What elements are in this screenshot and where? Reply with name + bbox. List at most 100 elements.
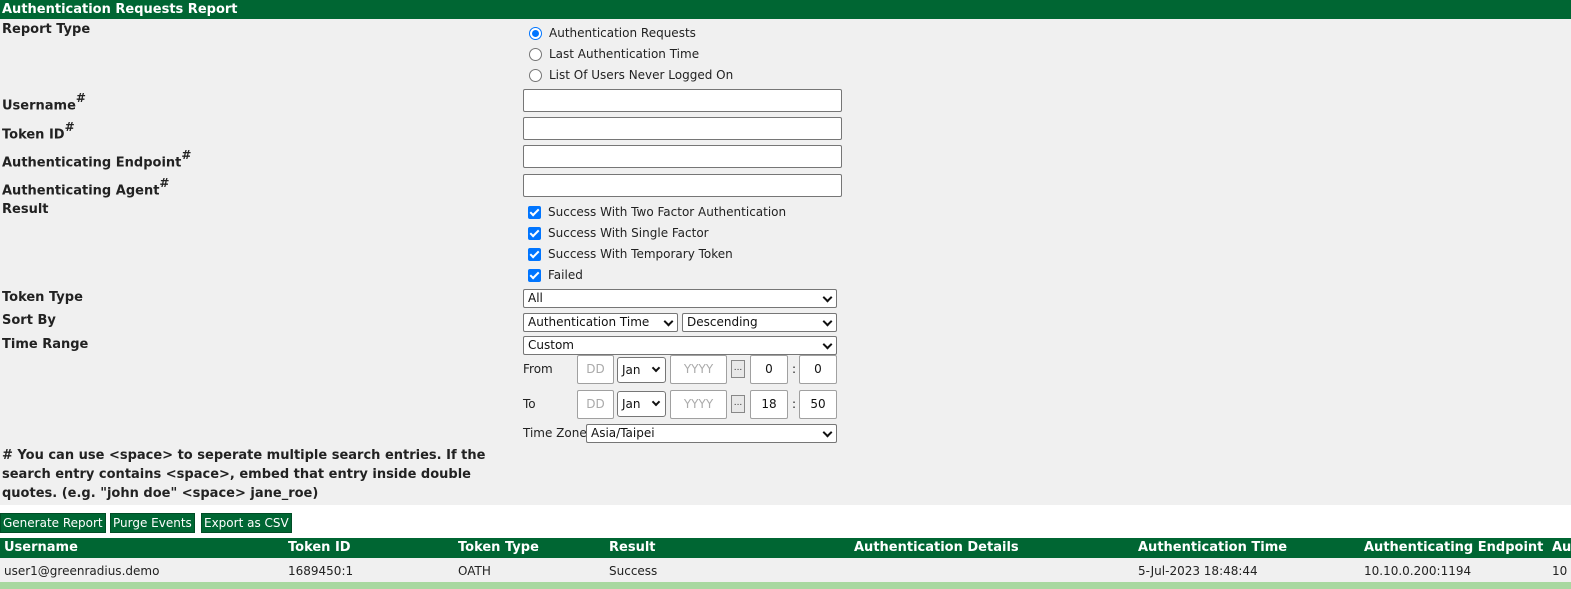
report-type-option-label: Authentication Requests: [549, 26, 696, 40]
chevron-down-icon: [651, 363, 661, 373]
column-header[interactable]: Username: [4, 540, 78, 555]
endpoint-label-text: Authenticating Endpoint: [2, 155, 182, 171]
from-label: From: [523, 362, 553, 376]
checkbox-checked-icon[interactable]: [528, 205, 541, 219]
result-option-label: Success With Single Factor: [548, 226, 709, 240]
to-hour-input[interactable]: 18: [750, 390, 788, 419]
chevron-down-icon: [822, 292, 833, 303]
from-year-input[interactable]: YYYY: [670, 355, 727, 384]
table-cell: 5-Jul-2023 18:48:44: [1138, 564, 1258, 578]
sort-field-select[interactable]: Authentication Time: [523, 313, 678, 332]
from-hour-input[interactable]: 0: [750, 355, 788, 384]
to-calendar-button[interactable]: ...: [731, 395, 745, 413]
checkbox-checked-icon[interactable]: [528, 247, 541, 261]
result-option-failed[interactable]: Failed: [527, 265, 583, 285]
search-help-note: # You can use <space> to seperate multip…: [2, 448, 486, 501]
from-minute-input[interactable]: 0: [799, 355, 837, 384]
agent-label: Authenticating Agent#: [2, 176, 170, 199]
table-cell: Success: [609, 564, 658, 578]
sort-field-value: Authentication Time: [528, 315, 650, 329]
to-month-select[interactable]: Jan: [617, 391, 666, 417]
page-title: Authentication Requests Report: [0, 0, 1571, 19]
results-table-header: Username Token ID Token Type Result Auth…: [0, 538, 1571, 558]
to-day-input[interactable]: DD: [577, 390, 614, 419]
checkbox-checked-icon[interactable]: [528, 226, 541, 240]
column-header[interactable]: Authentication Time: [1138, 540, 1287, 555]
time-separator: :: [792, 362, 797, 376]
column-header[interactable]: Token Type: [458, 540, 539, 555]
table-cell: 10: [1552, 564, 1568, 578]
action-bar: Generate Report Purge Events Export as C…: [0, 505, 1571, 538]
result-option-label: Failed: [548, 268, 583, 282]
sort-order-select[interactable]: Descending: [682, 313, 837, 332]
export-csv-button[interactable]: Export as CSV: [201, 513, 292, 533]
from-calendar-button[interactable]: ...: [731, 360, 745, 378]
chevron-down-icon: [651, 397, 661, 407]
column-header[interactable]: Authentication Details: [854, 540, 1019, 555]
token-type-select[interactable]: All: [523, 289, 837, 308]
column-header[interactable]: Authenticating Endpoint: [1364, 540, 1543, 555]
hash-marker: #: [75, 91, 86, 105]
endpoint-input[interactable]: [523, 145, 842, 168]
endpoint-label: Authenticating Endpoint#: [2, 148, 192, 171]
chevron-down-icon: [822, 316, 833, 327]
sort-order-value: Descending: [687, 315, 758, 329]
chevron-down-icon: [822, 427, 833, 438]
radio-icon[interactable]: [529, 68, 542, 82]
report-type-label: Report Type: [2, 22, 91, 37]
time-zone-label: Time Zone: [523, 426, 587, 440]
table-cell: user1@greenradius.demo: [4, 564, 160, 578]
column-header[interactable]: Token ID: [288, 540, 351, 555]
report-type-option-auth-requests[interactable]: Authentication Requests: [527, 23, 696, 43]
table-row[interactable]: user1@greenradius.demo 1689450:1 OATH Su…: [0, 560, 1571, 582]
column-header[interactable]: Au: [1552, 540, 1571, 555]
time-range-value: Custom: [528, 338, 574, 352]
result-option-label: Success With Temporary Token: [548, 247, 733, 261]
time-zone-select[interactable]: Asia/Taipei: [586, 424, 837, 443]
time-separator: :: [792, 397, 797, 411]
to-minute-input[interactable]: 50: [799, 390, 837, 419]
username-input[interactable]: [523, 89, 842, 112]
generate-report-button[interactable]: Generate Report: [0, 513, 106, 533]
token-id-label-text: Token ID: [2, 127, 65, 143]
username-label-text: Username: [2, 98, 76, 114]
next-row-edge: [0, 582, 1571, 589]
column-header[interactable]: Result: [609, 540, 656, 555]
sort-by-label: Sort By: [2, 313, 56, 328]
token-id-label: Token ID#: [2, 120, 75, 143]
chevron-down-icon: [663, 316, 674, 327]
token-type-value: All: [528, 291, 543, 305]
report-type-option-last-auth-time[interactable]: Last Authentication Time: [527, 44, 699, 64]
result-label: Result: [2, 202, 49, 217]
report-type-option-never-logged-on[interactable]: List Of Users Never Logged On: [527, 65, 733, 85]
result-option-temp-token[interactable]: Success With Temporary Token: [527, 244, 733, 264]
to-month-value: Jan: [622, 397, 641, 411]
table-cell: OATH: [458, 564, 491, 578]
time-range-select[interactable]: Custom: [523, 336, 837, 355]
radio-selected-icon[interactable]: [529, 26, 542, 40]
table-cell: 10.10.0.200:1194: [1364, 564, 1472, 578]
from-month-select[interactable]: Jan: [617, 357, 666, 383]
token-id-input[interactable]: [523, 117, 842, 140]
agent-input[interactable]: [523, 174, 842, 197]
from-day-input[interactable]: DD: [577, 355, 614, 384]
radio-icon[interactable]: [529, 47, 542, 61]
time-zone-value: Asia/Taipei: [591, 426, 655, 440]
agent-label-text: Authenticating Agent: [2, 183, 160, 199]
username-label: Username#: [2, 91, 86, 114]
to-label: To: [523, 397, 536, 411]
result-option-label: Success With Two Factor Authentication: [548, 205, 787, 219]
report-type-option-label: List Of Users Never Logged On: [549, 68, 734, 82]
result-option-two-factor[interactable]: Success With Two Factor Authentication: [527, 202, 786, 222]
report-type-option-label: Last Authentication Time: [549, 47, 700, 61]
table-cell: 1689450:1: [288, 564, 354, 578]
result-option-single-factor[interactable]: Success With Single Factor: [527, 223, 709, 243]
hash-marker: #: [181, 148, 192, 162]
hash-marker: #: [159, 176, 170, 190]
token-type-label: Token Type: [2, 290, 83, 305]
to-year-input[interactable]: YYYY: [670, 390, 727, 419]
hash-marker: #: [64, 120, 75, 134]
checkbox-checked-icon[interactable]: [528, 268, 541, 282]
purge-events-button[interactable]: Purge Events: [110, 513, 195, 533]
chevron-down-icon: [822, 339, 833, 350]
